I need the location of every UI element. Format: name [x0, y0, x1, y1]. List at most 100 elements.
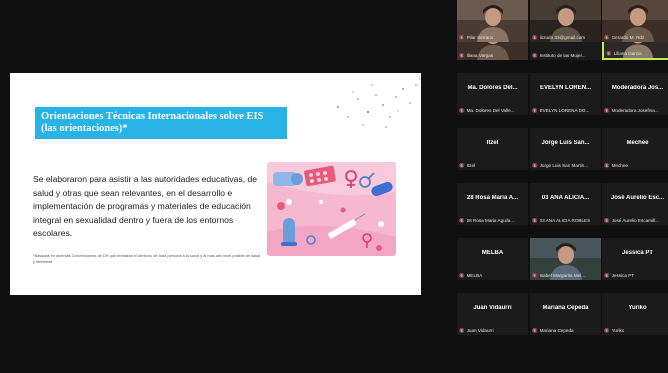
- participant-label: Gerardo M. Rdz: [611, 35, 645, 40]
- participant-label: Juan Vidaurri: [466, 328, 494, 333]
- participant-label: José Aurelio Escamill...: [611, 218, 659, 223]
- participant-footer: 🔇 Pilar Serrano: [459, 34, 526, 41]
- participant-footer: 🔇 28 Rosa Maria Aguila...: [459, 217, 526, 224]
- participant-tile[interactable]: José Aurelio Esc... 🔇 José Aurelio Escamil…: [602, 183, 668, 225]
- muted-mic-icon: 🔇: [459, 35, 465, 40]
- participant-label: Ma. Dolores Del Valle...: [466, 108, 515, 113]
- participant-name: Juan Vidaurri: [473, 305, 512, 311]
- participant-label: Pilar Serrano: [466, 35, 494, 40]
- participant-label: 03 ANA ALICIA ROBLES: [539, 218, 591, 223]
- participant-label: Iliana Vargas: [466, 53, 494, 58]
- participant-name: Jessica PT: [621, 250, 654, 256]
- participant-footer: 🔇 Instituto de las Mujer...: [532, 52, 599, 59]
- participant-label: EVELYN LORENA DO...: [539, 108, 590, 113]
- participant-tile[interactable]: 🔇 Isabel Margarita Mel...: [530, 238, 601, 280]
- muted-mic-icon: 🔇: [604, 218, 610, 223]
- slide-body-text: Se elaboraron para asistir a las autorid…: [33, 174, 258, 238]
- participant-tile[interactable]: 28 Rosa Maria A... 🔇 28 Rosa Maria Aguila.…: [457, 183, 528, 225]
- participant-label: Yuriko: [611, 328, 625, 333]
- muted-mic-icon: 🔇: [459, 163, 465, 168]
- participant-name: MELBA: [481, 250, 504, 256]
- participant-tile[interactable]: MELBA 🔇 MELBA: [457, 238, 528, 280]
- participant-tile[interactable]: 🔇 Pilar Serrano: [457, 0, 528, 42]
- participant-label: MELBA: [466, 273, 483, 278]
- participant-label: Isabel Margarita Mel...: [539, 273, 586, 278]
- participant-footer: 🔇 Juan Vidaurri: [459, 327, 526, 334]
- participant-footer: 🔇 Mechee: [604, 162, 668, 169]
- participant-label: ilcrudo 33@gmail.com: [539, 35, 586, 40]
- muted-mic-icon: 🔇: [604, 273, 610, 278]
- participant-footer: 🔇 Ma. Dolores Del Valle...: [459, 107, 526, 114]
- muted-mic-icon: 🔇: [604, 108, 610, 113]
- muted-mic-icon: 🔇: [459, 53, 465, 58]
- slide-footnote: *Basadas en diversas Convenciones de DH …: [33, 253, 261, 264]
- participant-footer: 🔇 Itzel: [459, 162, 526, 169]
- participant-name: Jorge Luis San...: [541, 140, 590, 146]
- participant-footer: 🔇 03 ANA ALICIA ROBLES: [532, 217, 599, 224]
- participant-label: 28 Rosa Maria Aguila...: [466, 218, 515, 223]
- participant-footer: 🔇 Iliana Vargas: [459, 52, 526, 59]
- slide-title: Orientaciones Técnicas Internacionales s…: [35, 107, 287, 139]
- muted-mic-icon: 🔇: [532, 35, 538, 40]
- participant-tile[interactable]: Jorge Luis San... 🔇 Jorge Luis San Martin.…: [530, 128, 601, 170]
- participant-tile[interactable]: Mariana Cepeda 🔇 Mariana Cepeda: [530, 293, 601, 335]
- participant-tile[interactable]: Juan Vidaurri 🔇 Juan Vidaurri: [457, 293, 528, 335]
- muted-mic-icon: 🔇: [532, 328, 538, 333]
- participant-label: Moderadora Josefina...: [611, 108, 659, 113]
- muted-mic-icon: 🔇: [532, 218, 538, 223]
- muted-mic-icon: 🔇: [459, 218, 465, 223]
- participant-footer: 🔇 Isabel Margarita Mel...: [532, 272, 599, 279]
- participant-label: Mariana Cepeda: [539, 328, 574, 333]
- muted-mic-icon: 🔇: [532, 53, 538, 58]
- shared-slide: Orientaciones Técnicas Internacionales s…: [10, 73, 421, 295]
- participant-name: Ma. Dolores Del...: [467, 85, 518, 91]
- participant-label: Itzel: [466, 163, 476, 168]
- muted-mic-icon: 🔇: [459, 328, 465, 333]
- participant-name: Yuriko: [628, 305, 647, 311]
- muted-mic-icon: 🔇: [604, 163, 610, 168]
- participant-label: Jessica PT: [611, 273, 635, 278]
- participant-name: 03 ANA ALICIA...: [541, 195, 590, 201]
- participant-name: 28 Rosa Maria A...: [466, 195, 519, 201]
- participant-label: Liliana Garcia: [613, 51, 642, 56]
- participant-name: EVELYN LOREN...: [539, 85, 592, 91]
- participant-footer: 🔇 Gerardo M. Rdz: [604, 34, 668, 41]
- participant-footer: 🔇 Mariana Cepeda: [532, 327, 599, 334]
- participant-tile[interactable]: Moderadora Jos... 🔇 Moderadora Josefina...: [602, 73, 668, 115]
- participant-footer: 🔇 EVELYN LORENA DO...: [532, 107, 599, 114]
- participant-footer: 🔇 Jessica PT: [604, 272, 668, 279]
- muted-mic-icon: 🔇: [606, 51, 612, 56]
- participant-name: José Aurelio Esc...: [610, 195, 665, 201]
- participant-tile[interactable]: 🔇 ilcrudo 33@gmail.com: [530, 0, 601, 42]
- muted-mic-icon: 🔇: [604, 328, 610, 333]
- participant-tile[interactable]: Mechee 🔇 Mechee: [602, 128, 668, 170]
- participant-tile[interactable]: 🔇 Gerardo M. Rdz: [602, 0, 668, 42]
- sexual-health-illustration: [267, 162, 396, 256]
- muted-mic-icon: 🔇: [532, 163, 538, 168]
- participant-label: Jorge Luis San Martin...: [539, 163, 589, 168]
- participant-footer: 🔇 José Aurelio Escamill...: [604, 217, 668, 224]
- participant-name: Itzel: [486, 140, 499, 146]
- participant-tile[interactable]: Ma. Dolores Del... 🔇 Ma. Dolores Del Valle…: [457, 73, 528, 115]
- participant-tile[interactable]: EVELYN LOREN... 🔇 EVELYN LORENA DO...: [530, 73, 601, 115]
- participant-tile[interactable]: 03 ANA ALICIA... 🔇 03 ANA ALICIA ROBLES: [530, 183, 601, 225]
- participant-footer: 🔇 Moderadora Josefina...: [604, 107, 668, 114]
- participant-tile[interactable]: Itzel 🔇 Itzel: [457, 128, 528, 170]
- participant-tile[interactable]: Yuriko 🔇 Yuriko: [602, 293, 668, 335]
- participant-label: Instituto de las Mujer...: [539, 53, 586, 58]
- participant-tile[interactable]: Jessica PT 🔇 Jessica PT: [602, 238, 668, 280]
- participant-footer: 🔇 MELBA: [459, 272, 526, 279]
- participant-footer: 🔇 ilcrudo 33@gmail.com: [532, 34, 599, 41]
- participant-name: Mariana Cepeda: [542, 305, 589, 311]
- muted-mic-icon: 🔇: [532, 273, 538, 278]
- participant-name: Moderadora Jos...: [611, 85, 664, 91]
- participant-footer: 🔇 Liliana Garcia: [606, 50, 668, 57]
- muted-mic-icon: 🔇: [604, 35, 610, 40]
- muted-mic-icon: 🔇: [459, 108, 465, 113]
- participant-name: Mechee: [626, 140, 649, 146]
- participant-label: Mechee: [611, 163, 628, 168]
- participant-footer: 🔇 Jorge Luis San Martin...: [532, 162, 599, 169]
- decorative-dots: [337, 78, 421, 128]
- muted-mic-icon: 🔇: [459, 273, 465, 278]
- muted-mic-icon: 🔇: [532, 108, 538, 113]
